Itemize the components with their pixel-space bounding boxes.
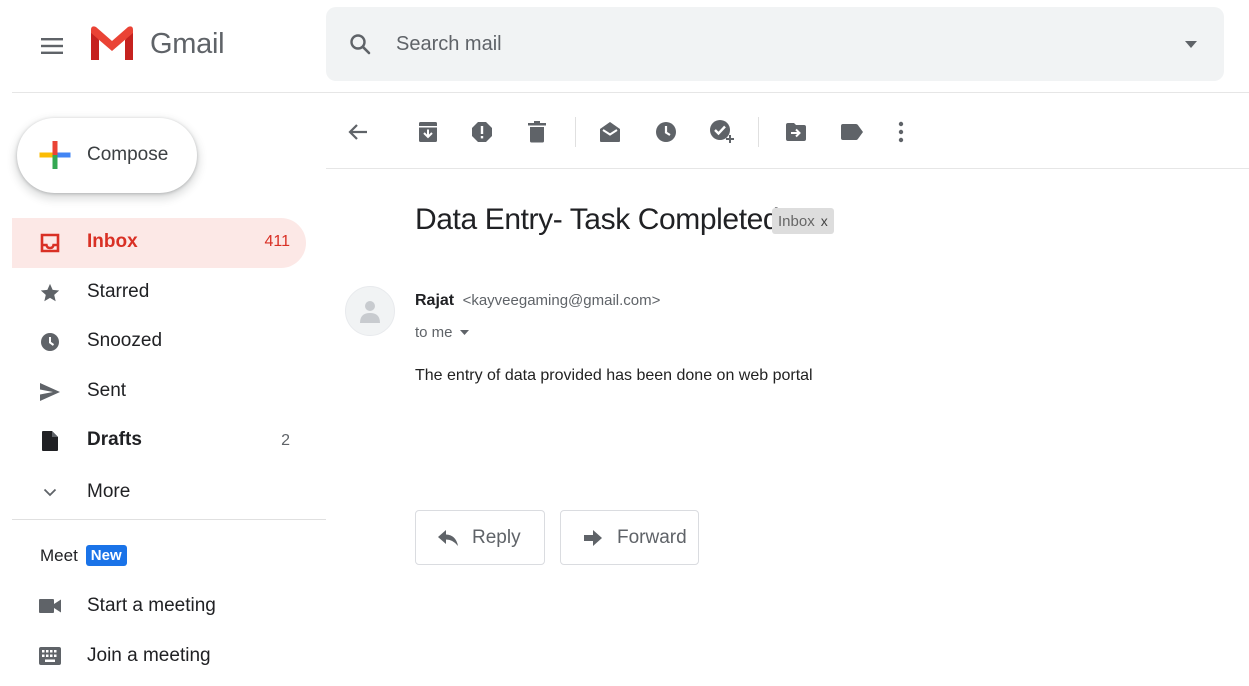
sidebar-item-inbox[interactable]: Inbox 411 [12,218,306,268]
move-to-button[interactable] [778,114,814,150]
chevron-down-icon [38,480,62,504]
inbox-unread-count: 411 [264,233,290,250]
search-input[interactable] [396,27,1156,61]
sidebar-item-label: More [87,481,131,502]
delete-icon [528,121,546,143]
toolbar-divider [326,168,1249,169]
caret-down-icon [459,330,469,335]
archive-button[interactable] [410,114,446,150]
forward-icon [583,528,603,548]
sidebar-item-label: Starred [87,281,150,302]
video-icon [38,594,62,618]
gmail-m-icon [91,26,133,60]
header: Gmail [0,0,1249,92]
draft-icon [38,429,62,453]
sidebar-item-label: Snoozed [87,330,163,351]
move-to-icon [786,123,806,141]
email-subject: Data Entry- Task Completed [415,203,780,236]
sidebar-item-snoozed[interactable]: Snoozed [12,317,306,367]
reply-label: Reply [472,527,521,548]
join-meeting-button[interactable]: Join a meeting [12,633,306,679]
recipient-text: to me [415,324,453,341]
person-icon [360,301,380,323]
send-icon [38,380,62,404]
mark-unread-button[interactable] [592,114,628,150]
start-meeting-label: Start a meeting [87,595,216,616]
email-body: The entry of data provided has been done… [415,367,813,384]
sidebar-item-starred[interactable]: Starred [12,268,306,318]
compose-label: Compose [87,144,169,165]
search-options-button[interactable] [1176,29,1206,59]
keyboard-icon [38,644,62,668]
more-options-button[interactable] [883,114,919,150]
inbox-label-chip[interactable]: Inbox x [772,208,834,234]
toolbar-separator [575,117,576,147]
sidebar-divider [12,519,326,520]
header-divider [12,92,1249,93]
snooze-icon [656,122,676,142]
gmail-logo[interactable]: Gmail [88,24,225,64]
forward-label: Forward [617,527,687,548]
sidebar-item-sent[interactable]: Sent [12,367,306,417]
sidebar-item-label: Sent [87,380,127,401]
search-bar[interactable] [326,7,1224,81]
label-button[interactable] [834,114,870,150]
sender-email: <kayveegaming@gmail.com> [462,292,661,309]
search-icon[interactable] [348,32,372,56]
forward-button[interactable]: Forward [560,510,699,565]
report-spam-button[interactable] [464,114,500,150]
inbox-icon [38,231,62,255]
meet-section-title: Meet New [40,545,127,566]
star-icon [38,281,62,305]
join-meeting-label: Join a meeting [87,645,211,666]
compose-button[interactable]: Compose [17,118,197,193]
sender-info: Rajat <kayveegaming@gmail.com> [415,292,660,310]
app-name: Gmail [150,27,225,60]
sidebar-item-label: Drafts [87,429,142,450]
hamburger-icon [41,38,63,54]
remove-label-button[interactable]: x [821,213,828,229]
report-spam-icon [472,122,492,142]
reply-icon [438,528,458,548]
drafts-count: 2 [281,432,290,449]
back-button[interactable] [340,114,376,150]
sidebar-item-more[interactable]: More [12,467,306,517]
avatar[interactable] [345,286,395,336]
label-chip-text: Inbox [778,212,815,230]
new-badge: New [85,545,127,566]
recipient-details-toggle[interactable]: to me [415,324,469,341]
sidebar-item-label: Inbox [87,231,138,252]
mark-unread-icon [600,122,620,142]
main-menu-button[interactable] [32,26,72,66]
meet-title-text: Meet [40,545,78,565]
caret-down-icon [1185,40,1197,48]
toolbar-separator [758,117,759,147]
sidebar-item-drafts[interactable]: Drafts 2 [12,416,306,466]
delete-button[interactable] [519,114,555,150]
label-icon [841,124,863,140]
more-vert-icon [898,121,904,143]
add-to-tasks-icon [710,120,734,143]
reply-button[interactable]: Reply [415,510,545,565]
back-arrow-icon [348,124,367,140]
plus-icon [39,141,71,169]
sender-name[interactable]: Rajat [415,292,454,309]
archive-icon [419,122,437,142]
snooze-button[interactable] [648,114,684,150]
clock-icon [38,330,62,354]
start-meeting-button[interactable]: Start a meeting [12,583,306,629]
add-to-tasks-button[interactable] [704,114,740,150]
